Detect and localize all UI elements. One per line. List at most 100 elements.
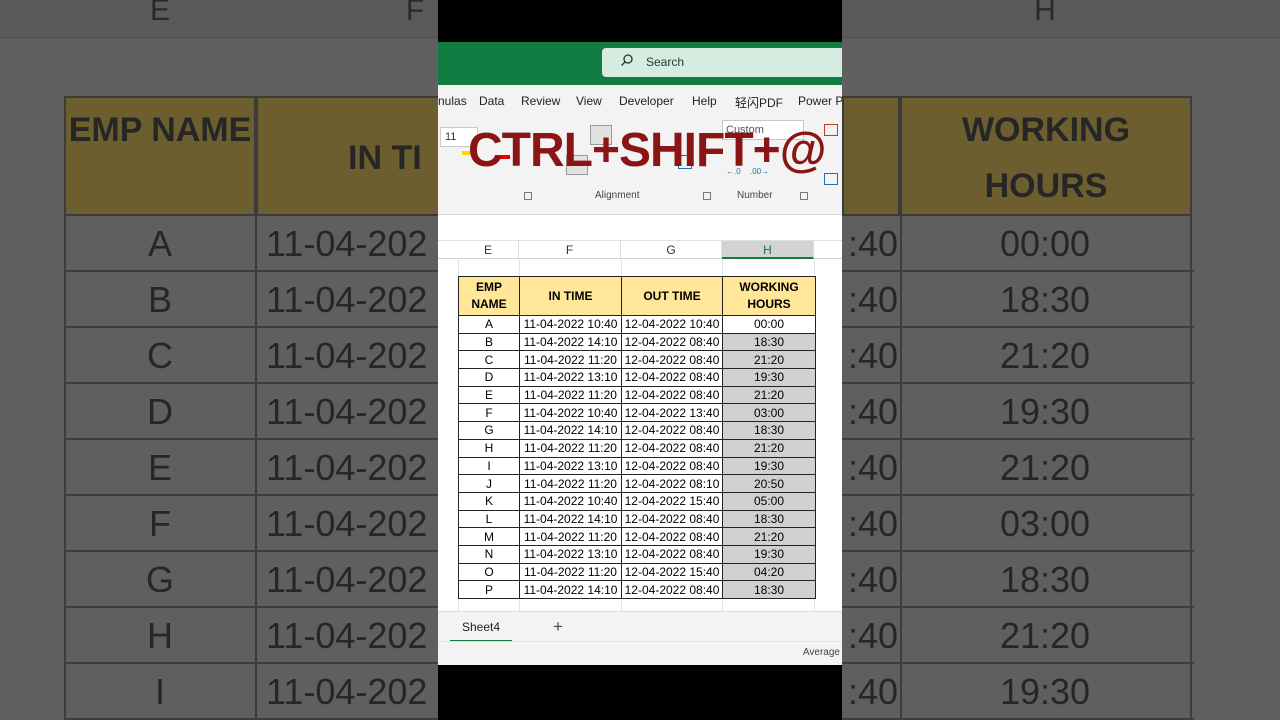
cell-in-time[interactable]: 11-04-2022 13:10 — [519, 368, 622, 387]
cell-working-hours[interactable]: 18:30 — [722, 509, 816, 529]
alignment-dialog-launcher[interactable] — [703, 192, 711, 200]
cell-emp-name[interactable]: F — [458, 403, 520, 423]
tab-power-pivot[interactable]: Power Pi — [798, 94, 842, 108]
cell-working-hours[interactable]: 18:30 — [722, 421, 816, 440]
cell-in-time[interactable]: 11-04-2022 10:40 — [519, 403, 622, 423]
cell-out-time[interactable]: 12-04-2022 08:40 — [621, 580, 723, 599]
cell-working-hours[interactable]: 05:00 — [722, 491, 816, 511]
cell-in-time[interactable]: 11-04-2022 11:20 — [519, 527, 622, 546]
cell-working-hours[interactable]: 18:30 — [722, 580, 816, 599]
column-header-h[interactable]: H — [722, 241, 814, 259]
cell-out-time[interactable]: 12-04-2022 08:40 — [621, 509, 723, 529]
cell-working-hours[interactable]: 04:20 — [722, 562, 816, 582]
cell-out-time[interactable]: 12-04-2022 08:40 — [621, 527, 723, 546]
table-row: D 11-04-2022 13:10 12-04-2022 08:40 19:30 — [458, 368, 816, 387]
cell-in-time[interactable]: 11-04-2022 11:20 — [519, 474, 622, 493]
cell-emp-name[interactable]: D — [458, 368, 520, 387]
tab-view[interactable]: View — [576, 94, 602, 108]
table-row: C 11-04-2022 11:20 12-04-2022 08:40 21:20 — [458, 350, 816, 370]
cell-working-hours[interactable]: 00:00 — [722, 315, 816, 334]
cell-working-hours[interactable]: 18:30 — [722, 332, 816, 352]
table-row: J 11-04-2022 11:20 12-04-2022 08:10 20:50 — [458, 474, 816, 493]
table-row: K 11-04-2022 10:40 12-04-2022 15:40 05:00 — [458, 491, 816, 511]
cell-in-time[interactable]: 11-04-2022 14:10 — [519, 332, 622, 352]
sheet-tab[interactable]: Sheet4 — [450, 612, 512, 642]
cell-out-time[interactable]: 12-04-2022 08:40 — [621, 544, 723, 564]
header-in-time[interactable]: IN TIME — [519, 276, 622, 316]
font-dialog-launcher[interactable] — [524, 192, 532, 200]
cell-out-time[interactable]: 12-04-2022 08:40 — [621, 421, 723, 440]
tab-pdf[interactable]: 轻闪PDF — [735, 94, 783, 111]
worksheet[interactable]: E F G H EMP NAME IN TIME OUT TIME WORKIN… — [438, 241, 842, 611]
cell-in-time[interactable]: 11-04-2022 11:20 — [519, 438, 622, 458]
cell-out-time[interactable]: 12-04-2022 08:40 — [621, 385, 723, 405]
cell-out-time[interactable]: 12-04-2022 08:40 — [621, 368, 723, 387]
cell-in-time[interactable]: 11-04-2022 13:10 — [519, 544, 622, 564]
cell-working-hours[interactable]: 21:20 — [722, 438, 816, 458]
cell-in-time[interactable]: 11-04-2022 11:20 — [519, 385, 622, 405]
search-box[interactable]: Search — [602, 48, 842, 77]
cell-out-time[interactable]: 12-04-2022 15:40 — [621, 491, 723, 511]
cell-working-hours[interactable]: 20:50 — [722, 474, 816, 493]
bg-cell-out-time: :40 — [847, 223, 898, 264]
cell-in-time[interactable]: 11-04-2022 11:20 — [519, 350, 622, 370]
cell-in-time[interactable]: 11-04-2022 14:10 — [519, 580, 622, 599]
cell-emp-name[interactable]: G — [458, 421, 520, 440]
cell-out-time[interactable]: 12-04-2022 10:40 — [621, 315, 723, 334]
cell-working-hours[interactable]: 19:30 — [722, 456, 816, 476]
cell-emp-name[interactable]: K — [458, 491, 520, 511]
cell-emp-name[interactable]: E — [458, 385, 520, 405]
bg-cell-hours: 21:20 — [999, 335, 1091, 376]
cell-emp-name[interactable]: J — [458, 474, 520, 493]
add-sheet-button[interactable]: + — [548, 616, 568, 638]
cell-out-time[interactable]: 12-04-2022 08:40 — [621, 332, 723, 352]
cell-out-time[interactable]: 12-04-2022 08:40 — [621, 350, 723, 370]
cell-in-time[interactable]: 11-04-2022 10:40 — [519, 491, 622, 511]
bg-header-in-time: IN TI — [256, 96, 442, 216]
cell-working-hours[interactable]: 19:30 — [722, 544, 816, 564]
cell-emp-name[interactable]: L — [458, 509, 520, 529]
cell-out-time[interactable]: 12-04-2022 08:40 — [621, 438, 723, 458]
number-dialog-launcher[interactable] — [800, 192, 808, 200]
cell-in-time[interactable]: 11-04-2022 14:10 — [519, 421, 622, 440]
bg-column-letter: F — [405, 0, 425, 27]
cell-out-time[interactable]: 12-04-2022 13:40 — [621, 403, 723, 423]
tab-data[interactable]: Data — [479, 94, 504, 108]
cell-working-hours[interactable]: 19:30 — [722, 368, 816, 387]
header-out-time[interactable]: OUT TIME — [621, 276, 723, 316]
cell-in-time[interactable]: 11-04-2022 13:10 — [519, 456, 622, 476]
tab-review[interactable]: Review — [521, 94, 560, 108]
cell-emp-name[interactable]: A — [458, 315, 520, 334]
cell-emp-name[interactable]: H — [458, 438, 520, 458]
cell-in-time[interactable]: 11-04-2022 11:20 — [519, 562, 622, 582]
header-text: EMP NAME — [471, 280, 507, 311]
column-header-g[interactable]: G — [621, 241, 722, 259]
cell-working-hours[interactable]: 21:20 — [722, 385, 816, 405]
cell-emp-name[interactable]: O — [458, 562, 520, 582]
cell-styles-icon[interactable] — [824, 173, 838, 185]
cell-working-hours[interactable]: 21:20 — [722, 527, 816, 546]
cell-emp-name[interactable]: N — [458, 544, 520, 564]
cell-out-time[interactable]: 12-04-2022 08:10 — [621, 474, 723, 493]
cell-working-hours[interactable]: 03:00 — [722, 403, 816, 423]
column-header-e[interactable]: E — [458, 241, 519, 259]
header-emp-name[interactable]: EMP NAME — [458, 276, 520, 316]
cell-in-time[interactable]: 11-04-2022 14:10 — [519, 509, 622, 529]
cell-out-time[interactable]: 12-04-2022 08:40 — [621, 456, 723, 476]
cell-emp-name[interactable]: P — [458, 580, 520, 599]
cell-out-time[interactable]: 12-04-2022 15:40 — [621, 562, 723, 582]
cell-emp-name[interactable]: B — [458, 332, 520, 352]
cell-emp-name[interactable]: C — [458, 350, 520, 370]
column-header-f[interactable]: F — [519, 241, 621, 259]
cell-emp-name[interactable]: I — [458, 456, 520, 476]
cell-emp-name[interactable]: M — [458, 527, 520, 546]
header-working-hours[interactable]: WORKING HOURS — [722, 276, 816, 316]
conditional-format-icon[interactable] — [824, 124, 838, 136]
bg-cell-out-time: :40 — [847, 391, 898, 432]
tab-help[interactable]: Help — [692, 94, 717, 108]
cell-working-hours[interactable]: 21:20 — [722, 350, 816, 370]
bg-cell-hours: 19:30 — [999, 391, 1091, 432]
tab-formulas[interactable]: nulas — [438, 94, 467, 108]
tab-developer[interactable]: Developer — [619, 94, 674, 108]
cell-in-time[interactable]: 11-04-2022 10:40 — [519, 315, 622, 334]
